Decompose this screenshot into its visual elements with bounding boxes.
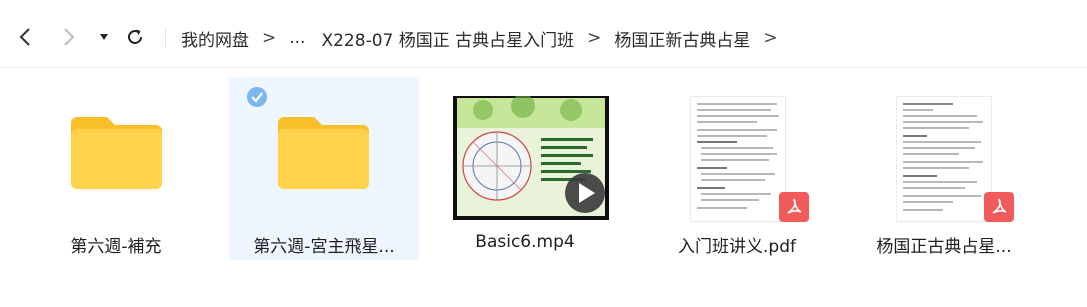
file-grid: 第六週-補充 第六週-宮主飛星... Basic6.mp4 入门班讲义.pdf …: [0, 68, 1087, 307]
file-name: 第六週-補充: [70, 237, 162, 257]
toolbar-divider: [165, 27, 166, 47]
document-thumbnail: [896, 96, 992, 222]
caret-down-icon: [100, 34, 108, 40]
breadcrumb: 我的网盘 > ... X228-07 杨国正 古典占星入门班 > 杨国正新古典占…: [181, 26, 791, 51]
file-name: 入门班讲义.pdf: [678, 237, 796, 257]
breadcrumb-separator: >: [262, 28, 277, 48]
breadcrumb-item-current[interactable]: 杨国正新古典占星: [614, 26, 750, 51]
check-circle-icon[interactable]: [246, 86, 268, 108]
file-item-folder[interactable]: 第六週-補充: [21, 77, 211, 260]
pdf-icon: [984, 192, 1014, 222]
file-name: Basic6.mp4: [475, 232, 575, 252]
file-item-video[interactable]: Basic6.mp4: [430, 77, 620, 260]
folder-icon: [71, 117, 162, 189]
toolbar: 我的网盘 > ... X228-07 杨国正 古典占星入门班 > 杨国正新古典占…: [0, 0, 1087, 68]
history-dropdown-button[interactable]: [96, 24, 112, 50]
breadcrumb-separator: >: [587, 28, 602, 48]
video-thumbnail: [453, 96, 609, 220]
file-item-pdf[interactable]: 杨国正古典占星...: [849, 77, 1039, 260]
breadcrumb-item-course[interactable]: X228-07 杨国正 古典占星入门班: [321, 26, 574, 51]
refresh-icon: [128, 29, 142, 44]
chevron-right-icon: [64, 28, 75, 46]
pdf-icon: [779, 192, 809, 222]
chevron-left-icon: [19, 28, 30, 46]
breadcrumb-separator: >: [763, 28, 778, 48]
back-button[interactable]: [14, 24, 36, 50]
file-item-folder-selected[interactable]: 第六週-宮主飛星...: [229, 77, 419, 260]
forward-button[interactable]: [58, 24, 80, 50]
file-name: 第六週-宮主飛星...: [253, 237, 395, 257]
file-item-pdf[interactable]: 入门班讲义.pdf: [642, 77, 832, 260]
breadcrumb-item-root[interactable]: 我的网盘: [181, 26, 249, 51]
file-name: 杨国正古典占星...: [876, 237, 1012, 257]
refresh-button[interactable]: [122, 24, 148, 50]
document-thumbnail: [690, 96, 786, 222]
breadcrumb-item-ellipsis[interactable]: ...: [289, 28, 305, 48]
folder-icon: [278, 117, 369, 189]
